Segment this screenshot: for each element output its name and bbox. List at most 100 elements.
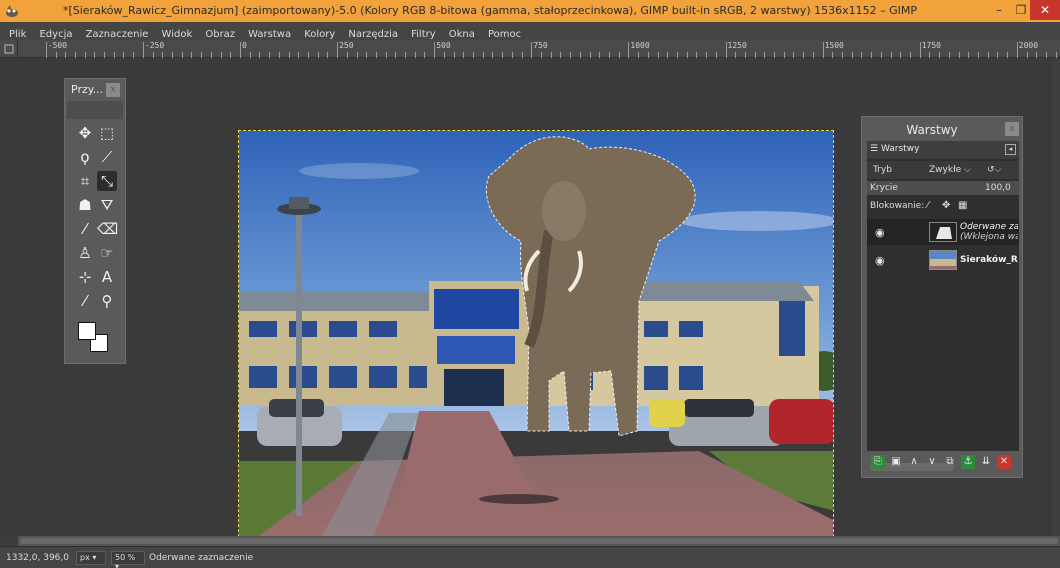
- lasso-tool-icon[interactable]: ϙ: [75, 147, 95, 167]
- scene-image: [239, 131, 833, 568]
- smudge-tool-icon[interactable]: ☞: [97, 243, 117, 263]
- eraser-tool-icon[interactable]: ⌫: [97, 219, 118, 239]
- ruler-major-tick: [725, 42, 727, 58]
- zoom-value: 50 %: [115, 553, 136, 562]
- paintbrush-tool-icon[interactable]: ⁄: [75, 219, 95, 239]
- wilber-drop-area: [67, 101, 123, 119]
- menu-narzedzia[interactable]: Narzędzia: [348, 26, 398, 40]
- horizontal-scrollbar[interactable]: [18, 536, 1060, 546]
- ruler-major-tick: [822, 42, 824, 58]
- horizontal-scroll-thumb[interactable]: [20, 538, 1058, 544]
- menu-zaznaczenie[interactable]: Zaznaczenie: [86, 26, 149, 40]
- duplicate-layer-icon[interactable]: ⧉: [943, 455, 957, 469]
- layers-dock: ☰ Warstwy ◂ Tryb Zwykłe ⌵ ↺⌵ Krycie 100,…: [867, 141, 1019, 471]
- layers-panel: Warstwy x ☰ Warstwy ◂ Tryb Zwykłe ⌵ ↺⌵ K…: [861, 116, 1023, 478]
- rect-select-tool-icon[interactable]: ⬚: [97, 123, 117, 143]
- raise-layer-icon[interactable]: ∧: [907, 455, 921, 469]
- layers-panel-title: Warstwy: [906, 123, 958, 137]
- tab-menu-icon[interactable]: ◂: [1005, 144, 1016, 155]
- color-picker-tool-icon[interactable]: ⁄: [75, 291, 95, 311]
- toolbox-close-button[interactable]: x: [106, 83, 120, 97]
- ruler-major-tick: [1016, 42, 1018, 58]
- menu-warstwa[interactable]: Warstwa: [248, 26, 291, 40]
- vertical-scrollbar[interactable]: [1052, 58, 1060, 536]
- horizontal-ruler[interactable]: -500 -250 0 250 500 750 1000 1250 1500 1750 2000: [0, 40, 1060, 58]
- mode-row: Tryb Zwykłe ⌵ ↺⌵: [867, 161, 1019, 179]
- ruler-corner-button[interactable]: [0, 40, 18, 58]
- ruler-major-tick: [919, 42, 921, 58]
- layer-row[interactable]: ◉ Oderwane zaz (Wklejona war: [867, 219, 1019, 245]
- layers-tab-icon: ☰: [870, 144, 879, 154]
- layers-tab-row: ☰ Warstwy ◂: [867, 141, 1019, 159]
- close-button[interactable]: ✕: [1030, 0, 1060, 20]
- ruler-major-tick: [142, 42, 144, 58]
- clone-tool-icon[interactable]: ♙: [75, 243, 95, 263]
- foreground-color-swatch[interactable]: [78, 322, 96, 340]
- ruler-major-tick: [434, 42, 436, 58]
- fg-bg-color-swatches[interactable]: [78, 322, 112, 356]
- warp-transform-tool-icon[interactable]: ☗: [75, 195, 95, 215]
- lock-row: Blokowanie: ⁄ ✥ ▦: [867, 197, 1019, 215]
- minimize-button[interactable]: –: [988, 0, 1010, 20]
- paths-tool-icon[interactable]: ⊹: [75, 267, 95, 287]
- bucket-fill-tool-icon[interactable]: ⛛: [97, 195, 117, 215]
- mode-value: Zwykłe: [929, 165, 962, 175]
- move-tool-icon[interactable]: ✥: [75, 123, 95, 143]
- menu-edycja[interactable]: Edycja: [39, 26, 72, 40]
- status-message: Oderwane zaznaczenie: [149, 553, 254, 563]
- tab-layers[interactable]: ☰ Warstwy: [870, 144, 919, 154]
- zoom-tool-icon[interactable]: ⚲: [97, 291, 117, 311]
- opacity-row[interactable]: Krycie 100,0: [867, 181, 1019, 195]
- zoom-select[interactable]: 50 % ▾: [111, 551, 145, 568]
- ruler-tick-label: -500: [47, 41, 68, 50]
- mode-label: Tryb: [873, 165, 892, 175]
- merge-down-icon[interactable]: ⇊: [979, 455, 993, 469]
- layers-actions-bar: ⎘ ▣ ∧ ∨ ⧉ ⚓ ⇊ ✕: [867, 453, 1019, 473]
- menu-obraz[interactable]: Obraz: [205, 26, 235, 40]
- lock-position-icon[interactable]: ✥: [942, 200, 950, 211]
- menu-okna[interactable]: Okna: [449, 26, 475, 40]
- ruler-tick-label: 1500: [824, 41, 844, 50]
- ruler-major-tick: [45, 42, 47, 58]
- menu-plik[interactable]: Plik: [9, 26, 26, 40]
- text-tool-icon[interactable]: A: [97, 267, 117, 287]
- new-layer-button-icon[interactable]: ⎘: [871, 455, 885, 469]
- image-canvas[interactable]: [238, 130, 834, 568]
- title-bar: *[Sieraków_Rawicz_Gimnazjum] (zaimportow…: [0, 0, 1060, 22]
- ruler-tick-label: 1000: [630, 41, 650, 50]
- chevron-down-icon: ▾: [115, 562, 120, 568]
- lock-pixels-icon[interactable]: ⁄: [927, 200, 929, 211]
- menu-widok[interactable]: Widok: [162, 26, 193, 40]
- mode-reset-icon[interactable]: ↺⌵: [987, 165, 1001, 175]
- toolbox-panel: Przy... x ✥ ⬚ ϙ ⟋ ⌗ ⤡ ☗ ⛛ ⁄ ⌫ ♙ ☞ ⊹ A ⁄ …: [64, 78, 126, 364]
- visibility-eye-icon[interactable]: ◉: [875, 254, 885, 267]
- lower-layer-icon[interactable]: ∨: [925, 455, 939, 469]
- fuzzy-select-tool-icon[interactable]: ⟋: [97, 147, 117, 167]
- ruler-major-tick: [337, 42, 339, 58]
- menu-kolory[interactable]: Kolory: [304, 26, 335, 40]
- layer-row[interactable]: ◉ Sieraków_Ra: [867, 247, 1019, 273]
- layers-panel-close-button[interactable]: x: [1005, 122, 1019, 136]
- ruler-tick-label: 0: [242, 41, 247, 50]
- unit-select[interactable]: px ▾: [76, 551, 106, 565]
- layer-name: Sieraków_Ra: [960, 255, 1018, 265]
- lock-alpha-icon[interactable]: ▦: [958, 200, 967, 211]
- mode-select[interactable]: Zwykłe ⌵: [929, 165, 971, 175]
- lock-label: Blokowanie:: [870, 201, 925, 211]
- unified-transform-tool-icon[interactable]: ⤡: [97, 171, 117, 191]
- anchor-layer-icon[interactable]: ⚓: [961, 455, 975, 469]
- ruler-tick-label: 2000: [1018, 41, 1039, 50]
- ruler-tick-label: 250: [339, 41, 354, 50]
- crop-tool-icon[interactable]: ⌗: [75, 171, 95, 191]
- maximize-button[interactable]: ❐: [1010, 0, 1032, 20]
- layer-thumbnail: [929, 222, 957, 242]
- unit-value: px: [80, 553, 90, 562]
- visibility-eye-icon[interactable]: ◉: [875, 226, 885, 239]
- menu-pomoc[interactable]: Pomoc: [488, 26, 521, 40]
- ruler-tick-label: 1250: [727, 41, 747, 50]
- delete-layer-icon[interactable]: ✕: [997, 455, 1011, 469]
- opacity-value[interactable]: 100,0: [985, 183, 1011, 193]
- menu-filtry[interactable]: Filtry: [411, 26, 436, 40]
- status-bar: 1332,0, 396,0 px ▾ 50 % ▾ Oderwane zazna…: [0, 546, 1060, 568]
- new-layer-group-icon[interactable]: ▣: [889, 455, 903, 469]
